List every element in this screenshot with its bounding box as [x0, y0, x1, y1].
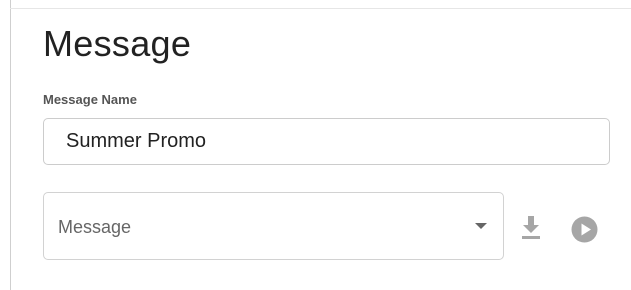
message-name-label: Message Name: [43, 92, 137, 107]
play-icon: [571, 216, 598, 243]
panel-top-border: [10, 8, 631, 9]
play-button[interactable]: [571, 216, 598, 243]
download-button[interactable]: [520, 214, 542, 240]
message-panel: Message Message Name Message: [0, 0, 631, 290]
panel-left-border: [10, 0, 11, 290]
message-name-input[interactable]: [43, 118, 610, 165]
download-icon: [522, 216, 540, 239]
chevron-down-icon: [475, 223, 487, 229]
message-select[interactable]: Message: [43, 192, 504, 260]
page-title: Message: [43, 23, 192, 64]
message-select-placeholder: Message: [58, 217, 132, 237]
